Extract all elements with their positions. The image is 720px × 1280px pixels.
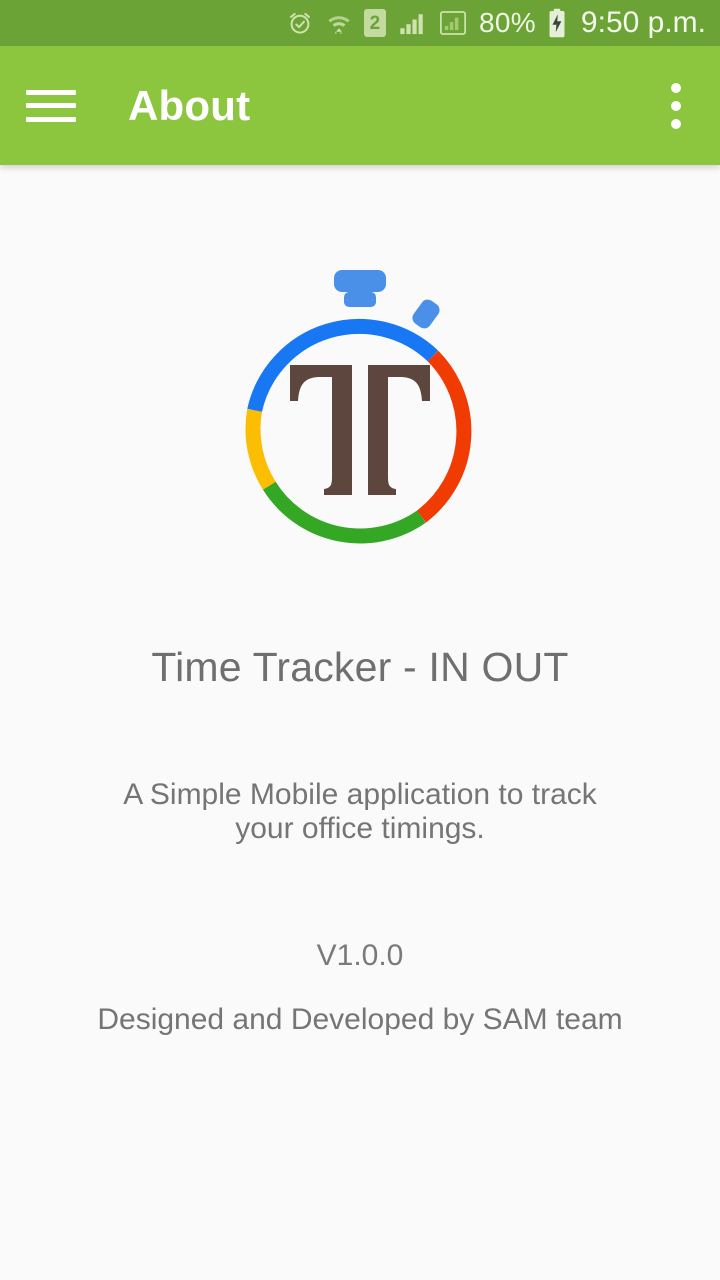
app-credit-label: Designed and Developed by SAM team: [97, 1003, 623, 1037]
stopwatch-crown-top: [334, 270, 386, 292]
app-name-label: Time Tracker - IN OUT: [151, 644, 569, 690]
wifi-icon: [328, 16, 350, 34]
status-bar-clock: 9:50 p.m.: [580, 6, 706, 39]
battery-charging-icon: [549, 8, 565, 38]
stopwatch-crown-bottom: [344, 292, 376, 307]
stopwatch-logo-svg: [245, 270, 472, 544]
logo-letter-gap: [352, 361, 368, 499]
status-bar: 2 80% 9:50 p.m.: [0, 0, 720, 46]
overflow-dot: [671, 118, 681, 129]
hamburger-bar: [26, 89, 76, 95]
alarm-clock-icon: [289, 12, 310, 34]
battery-percent-label: 80%: [478, 7, 536, 38]
ring-segment-yellow: [245, 409, 276, 490]
app-version-label: V1.0.0: [316, 939, 404, 973]
page-title: About: [128, 81, 251, 129]
signal-bars-secondary-icon: [439, 11, 466, 35]
signal-bars-icon: [400, 14, 423, 35]
hamburger-menu-icon[interactable]: [26, 86, 76, 126]
hamburger-bar: [26, 103, 76, 108]
overflow-dot: [671, 82, 681, 93]
sim-2-icon: 2: [363, 9, 386, 37]
stopwatch-logo: [220, 261, 500, 561]
more-vertical-icon[interactable]: [654, 78, 698, 134]
app-description-label: A Simple Mobile application to track you…: [123, 778, 597, 845]
about-content: Time Tracker - IN OUT A Simple Mobile ap…: [0, 165, 720, 1280]
about-screen: 2 80% 9:50 p.m. About Time Tracker - IN …: [0, 0, 720, 1280]
hamburger-bar: [26, 116, 76, 122]
app-bar: About: [0, 46, 720, 165]
stopwatch-side-button: [412, 299, 440, 329]
overflow-dot: [671, 100, 681, 111]
status-bar-icons: 2 80% 9:50 p.m.: [286, 8, 706, 38]
